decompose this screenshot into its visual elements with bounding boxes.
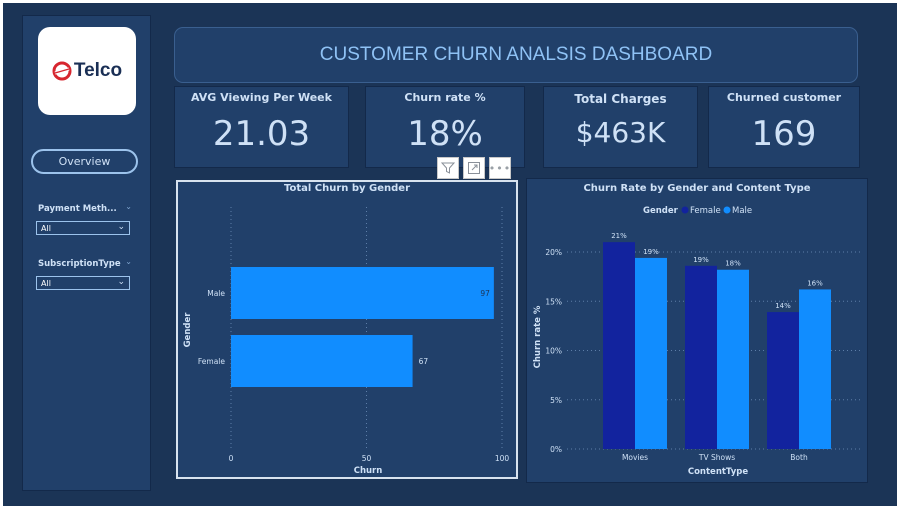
legend-female-marker bbox=[681, 206, 689, 214]
bar-male-both bbox=[799, 289, 831, 449]
filter-icon[interactable] bbox=[437, 157, 459, 179]
kpi-card-total-charges[interactable]: Total Charges $463K bbox=[543, 86, 698, 168]
x-tick-label: Both bbox=[790, 453, 808, 462]
x-axis-title: Churn bbox=[354, 466, 383, 476]
data-label: 19% bbox=[643, 248, 659, 256]
y-tick-label: 20% bbox=[545, 248, 562, 257]
legend-male-marker bbox=[723, 206, 731, 214]
kpi-title: Churned customer bbox=[726, 91, 842, 104]
data-label: 67 bbox=[419, 357, 429, 366]
bar-male-movies bbox=[635, 257, 667, 449]
legend-title: Gender bbox=[643, 206, 679, 216]
payment-method-value: All bbox=[41, 224, 51, 233]
y-tick-label: 15% bbox=[545, 297, 562, 306]
logo-text: Telco bbox=[73, 60, 123, 81]
data-label: 19% bbox=[693, 256, 709, 264]
kpi-title: Churn rate % bbox=[404, 91, 486, 104]
kpi-value: 169 bbox=[751, 114, 817, 154]
telco-logo-mark bbox=[52, 61, 72, 81]
x-tick-label: 0 bbox=[229, 454, 234, 463]
kpi-value: $463K bbox=[575, 116, 666, 149]
overview-button-label: Overview bbox=[58, 155, 111, 168]
kpi-card-churned-customer[interactable]: Churned customer 169 bbox=[708, 86, 860, 168]
y-tick-label: Female bbox=[198, 357, 226, 366]
dashboard-title: CUSTOMER CHURN ANALSIS DASHBOARD bbox=[174, 27, 858, 83]
y-tick-label: Male bbox=[207, 289, 225, 298]
x-axis-title: ContentType bbox=[688, 467, 748, 477]
subscription-type-slicer-label: SubscriptionType bbox=[38, 259, 121, 269]
data-label: 21% bbox=[611, 232, 627, 240]
x-tick-label: 100 bbox=[495, 454, 510, 463]
more-options-icon[interactable]: ••• bbox=[489, 157, 511, 179]
payment-method-label-text: Payment Meth... bbox=[38, 204, 117, 214]
payment-method-slicer-label: Payment Meth... bbox=[38, 204, 117, 214]
x-tick-label: 50 bbox=[362, 454, 372, 463]
kpi-card-churn-rate[interactable]: Churn rate % 18% bbox=[365, 86, 525, 168]
legend-female-label: Female bbox=[690, 206, 721, 216]
churn-by-gender-visual[interactable]: Total Churn by Gender Gender Churn 0 50 10… bbox=[176, 180, 518, 479]
subscription-type-dropdown[interactable]: All ⌄ bbox=[36, 276, 130, 290]
churn-by-gender-chart: Gender Churn 0 50 100 Male 97 Female 67 bbox=[183, 207, 510, 476]
y-axis-title: Gender bbox=[183, 312, 193, 348]
dropdown-arrow-icon: ⌄ bbox=[117, 222, 125, 232]
kpi-value: 21.03 bbox=[212, 114, 311, 154]
dashboard-title-text: CUSTOMER CHURN ANALSIS DASHBOARD bbox=[319, 44, 713, 65]
bar-male bbox=[231, 267, 494, 319]
bar-female bbox=[231, 335, 413, 387]
focus-mode-icon[interactable] bbox=[463, 157, 485, 179]
data-label: 18% bbox=[725, 260, 741, 268]
data-label: 16% bbox=[807, 279, 823, 287]
y-tick-label: 5% bbox=[550, 396, 562, 405]
sidebar: Telco Overview Payment Meth... ⌄ All ⌄ S… bbox=[22, 15, 151, 491]
kpi-card-avg-viewing[interactable]: AVG Viewing Per Week 21.03 bbox=[174, 86, 349, 168]
telco-logo: Telco bbox=[38, 27, 136, 115]
data-label: 14% bbox=[775, 302, 791, 310]
chevron-down-icon[interactable]: ⌄ bbox=[125, 202, 132, 211]
churn-rate-by-gender-content-visual[interactable]: Churn Rate by Gender and Content Type Ge… bbox=[526, 178, 868, 483]
churn-rate-by-gender-content-chart: Gender Female Male Churn rate % ContentT… bbox=[533, 206, 862, 477]
subscription-type-label-text: SubscriptionType bbox=[38, 259, 121, 269]
kpi-title: AVG Viewing Per Week bbox=[191, 91, 332, 104]
x-tick-label: TV Shows bbox=[698, 453, 735, 462]
y-tick-label: 10% bbox=[545, 347, 562, 356]
x-tick-label: Movies bbox=[622, 453, 648, 462]
chevron-down-icon[interactable]: ⌄ bbox=[125, 257, 132, 266]
payment-method-dropdown[interactable]: All ⌄ bbox=[36, 221, 130, 235]
bar-female-tv-shows bbox=[685, 265, 717, 449]
visual-toolbar: ••• bbox=[437, 157, 511, 179]
bar-female-movies bbox=[603, 242, 635, 449]
overview-button[interactable]: Overview bbox=[31, 149, 138, 174]
kpi-value: 18% bbox=[407, 114, 483, 154]
y-axis-title: Churn rate % bbox=[533, 305, 543, 368]
y-tick-label: 0% bbox=[550, 445, 562, 454]
bar-female-both bbox=[767, 312, 799, 449]
data-label: 97 bbox=[480, 289, 490, 298]
legend-male-label: Male bbox=[732, 206, 752, 216]
dropdown-arrow-icon: ⌄ bbox=[117, 277, 125, 287]
bar-male-tv-shows bbox=[717, 269, 749, 449]
kpi-title: Total Charges bbox=[574, 92, 667, 106]
subscription-type-value: All bbox=[41, 279, 51, 288]
